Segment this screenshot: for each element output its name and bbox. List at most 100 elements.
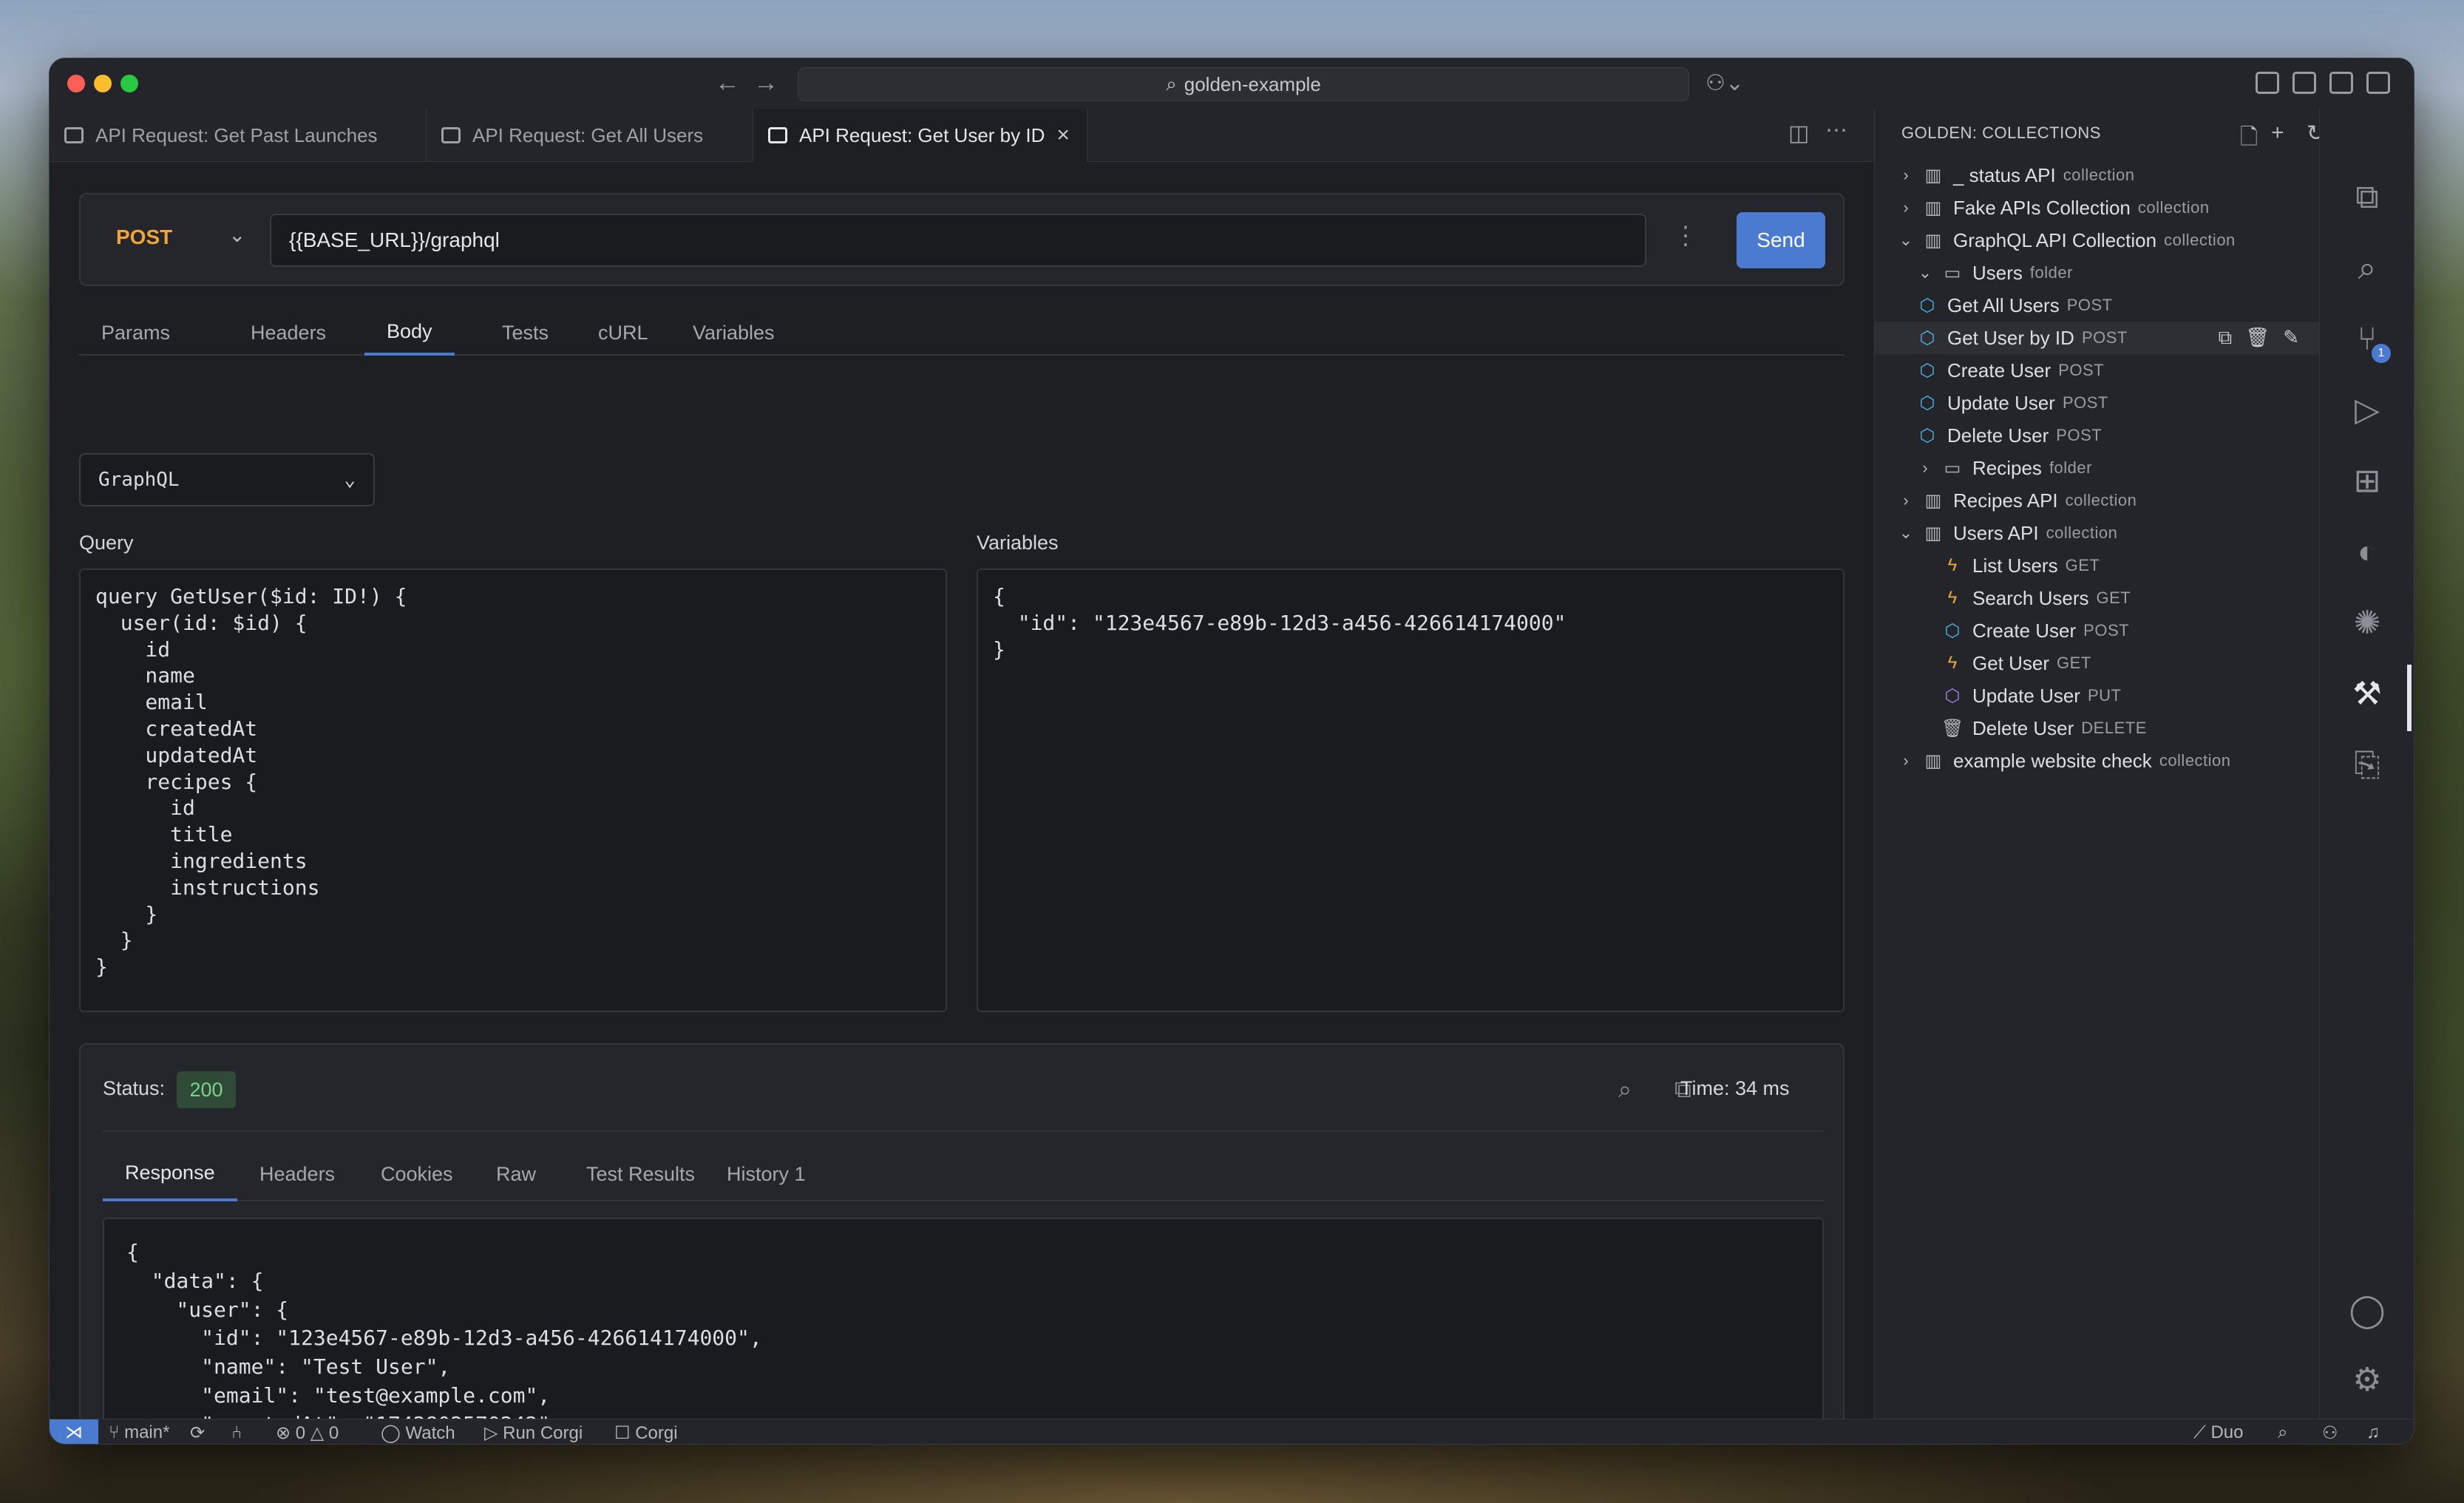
problems-indicator[interactable]: ⊗ 0 △ 0 [276,1422,339,1444]
tree-label: Delete User [1947,424,2049,447]
corgi-button[interactable]: ☐ Corgi [614,1422,678,1444]
git-graph-icon[interactable]: ⑃ [231,1422,242,1443]
tab-get-past-launches[interactable]: API Request: Get Past Launches [50,109,427,162]
duo-button[interactable]: ⟋ Duo [2193,1422,2244,1443]
tab-raw[interactable]: Raw [474,1147,558,1201]
chevron-right-icon[interactable]: › [1897,491,1915,510]
url-input[interactable]: {{BASE_URL}}/graphql [270,214,1646,267]
tree-item-fake-apis[interactable]: › ▥ Fake APIs Collection collection [1875,191,2320,224]
copilot-icon[interactable]: ⚇⌄ [1706,70,1744,96]
test-icon[interactable]: ⎘ [2345,743,2389,787]
chevron-down-icon[interactable]: ⌄ [1916,263,1934,282]
kebab-menu-icon[interactable]: ⋮ [1673,221,1698,251]
body-type-select[interactable]: GraphQL ⌄ [79,453,375,506]
variables-editor[interactable]: { "id": "123e4567-e89b-12d3-a456-4266141… [977,569,1844,1012]
tree-item-search-users[interactable]: ϟ Search Users GET [1875,582,2320,614]
tree-item-get-user[interactable]: ϟ Get User GET [1875,647,2320,679]
account-icon[interactable]: ◯ [2345,1289,2389,1333]
chevron-down-icon[interactable]: ⌄ [1897,523,1915,543]
tree-item-get-all-users[interactable]: ⬡ Get All Users POST [1875,289,2320,322]
explorer-icon[interactable]: ⧉ [2345,175,2389,220]
forward-arrow-icon[interactable]: → [753,69,778,98]
duplicate-icon[interactable]: ⧉ [2219,326,2233,350]
tab-params[interactable]: Params [79,310,192,356]
run-debug-icon[interactable]: ▷ [2345,388,2389,432]
tab-get-all-users[interactable]: API Request: Get All Users [427,109,753,162]
tree-item-get-user-by-id[interactable]: ⬡ Get User by ID POST ⧉ 🗑 ✎ [1875,322,2320,354]
tree-item-delete-user-rest[interactable]: 🗑 Delete User DELETE [1875,712,2320,744]
tab-response-headers[interactable]: Headers [237,1147,357,1201]
chevron-right-icon[interactable]: › [1897,751,1915,770]
tab-curl[interactable]: cURL [576,310,671,356]
chevron-right-icon[interactable]: › [1897,198,1915,217]
trash-icon[interactable]: 🗑 [2245,326,2270,350]
tree-meta: GET [2057,654,2091,672]
tree-item-recipes-folder[interactable]: › ▭ Recipes folder [1875,452,2320,484]
tab-cookies[interactable]: Cookies [359,1147,475,1201]
notifications-bell-icon[interactable]: ♫ [2366,1422,2380,1443]
tree-label: Update User [1972,684,2080,707]
tab-test-results[interactable]: Test Results [564,1147,717,1201]
tree-item-example-website-check[interactable]: › ▥ example website check collection [1875,744,2320,777]
command-search-box[interactable]: ⌕ golden-example [798,67,1689,101]
api-tool-icon[interactable]: ⚒ [2345,672,2389,716]
tree-item-graphql-api[interactable]: ⌄ ▥ GraphQL API Collection collection [1875,224,2320,257]
git-branch[interactable]: ⑂ main* [109,1422,169,1443]
copilot-status-icon[interactable]: ⚇ [2322,1422,2338,1444]
tab-body[interactable]: Body [364,310,455,356]
customize-layout-icon[interactable] [2256,72,2279,94]
extensions-icon[interactable]: ⊞ [2345,459,2389,503]
tree-meta: collection [2159,751,2231,770]
chevron-down-icon[interactable]: ⌄ [228,223,245,247]
back-arrow-icon[interactable]: ← [715,69,740,98]
paw-icon[interactable]: ✺ [2345,601,2389,645]
settings-gear-icon[interactable]: ⚙ [2345,1358,2389,1402]
zoom-icon[interactable]: ⌕ [2278,1422,2287,1443]
toggle-secondary-sidebar-icon[interactable] [2366,72,2390,94]
chevron-down-icon[interactable]: ⌄ [1897,231,1915,250]
tree-item-update-user-rest[interactable]: ⬡ Update User PUT [1875,679,2320,712]
search-icon[interactable]: ⌕ [2345,246,2389,291]
remote-indicator-icon[interactable]: ⋊ [50,1419,98,1444]
tab-variables[interactable]: Variables [671,310,797,356]
toggle-primary-sidebar-icon[interactable] [2292,72,2316,94]
close-tab-icon[interactable]: × [1056,123,1070,148]
variables-label: Variables [977,532,1059,554]
edit-icon[interactable]: ✎ [2283,326,2299,350]
sync-icon[interactable]: ⟳ [190,1422,205,1444]
tree-item-create-user[interactable]: ⬡ Create User POST [1875,354,2320,387]
chevron-right-icon[interactable]: › [1916,458,1934,478]
new-file-icon[interactable]: 🗋 [2240,121,2258,158]
tree-item-update-user[interactable]: ⬡ Update User POST [1875,387,2320,419]
send-button[interactable]: Send [1737,212,1825,268]
response-body[interactable]: { "data": { "user": { "id": "123e4567-e8… [103,1218,1824,1444]
query-editor[interactable]: query GetUser($id: ID!) { user(id: $id) … [79,569,947,1012]
minimize-window-button[interactable] [94,75,112,92]
split-editor-icon[interactable]: ◫ [1788,121,1809,146]
tab-tests[interactable]: Tests [480,310,571,356]
tree-item-status-api[interactable]: › ▥ _ status API collection [1875,159,2320,191]
tree-item-list-users[interactable]: ϟ List Users GET [1875,549,2320,582]
more-actions-icon[interactable]: ⋯ [1825,118,1847,143]
close-window-button[interactable] [67,75,85,92]
http-method-select[interactable]: POST [116,225,172,249]
search-icon[interactable]: ⌕ [1618,1076,1632,1104]
watch-button[interactable]: ◯ Watch [381,1422,455,1444]
tree-item-users-folder[interactable]: ⌄ ▭ Users folder [1875,257,2320,289]
tab-response[interactable]: Response [103,1147,237,1201]
gitlens-icon[interactable]: ◐ [2345,530,2389,574]
tree-item-create-user-rest[interactable]: ⬡ Create User POST [1875,614,2320,647]
tree-item-recipes-api[interactable]: › ▥ Recipes API collection [1875,484,2320,517]
chevron-right-icon[interactable]: › [1897,166,1915,185]
run-corgi-button[interactable]: ▷ Run Corgi [484,1422,583,1444]
tree-item-users-api[interactable]: ⌄ ▥ Users API collection [1875,517,2320,549]
tab-get-user-by-id[interactable]: API Request: Get User by ID × [753,109,1087,162]
tree-label: Create User [1947,359,2051,381]
maximize-window-button[interactable] [121,75,138,92]
tab-history[interactable]: History 1 [705,1147,828,1201]
toggle-panel-icon[interactable] [2329,72,2353,94]
tab-headers[interactable]: Headers [228,310,348,356]
tree-item-delete-user[interactable]: ⬡ Delete User POST [1875,419,2320,452]
response-time: Time: 34 ms [1680,1077,1790,1099]
add-icon[interactable]: + [2271,121,2284,146]
